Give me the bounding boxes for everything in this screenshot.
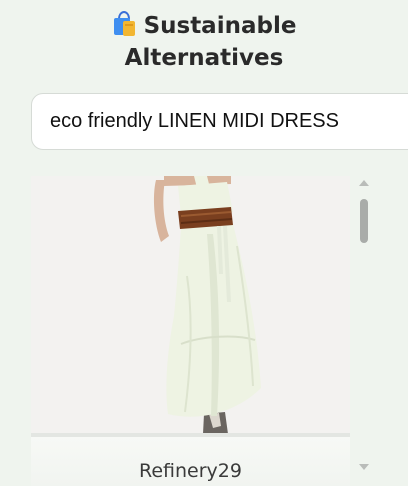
results-scrollbar[interactable]	[356, 176, 372, 474]
app-title-second: Alternatives	[124, 45, 284, 71]
scroll-thumb[interactable]	[360, 199, 368, 243]
product-image[interactable]	[31, 176, 350, 434]
app-header: Sustainable Alternatives	[0, 10, 408, 74]
shopping-bag-icon	[113, 11, 135, 36]
app-title-main: Sustainable	[143, 13, 297, 39]
dress-photo-illustration	[31, 176, 350, 434]
scroll-up-arrow-icon[interactable]	[359, 180, 369, 186]
scroll-down-arrow-icon[interactable]	[359, 464, 369, 470]
search-input-value: eco friendly LINEN MIDI DRESS	[50, 110, 339, 132]
title-line-1: Sustainable	[0, 10, 408, 42]
product-card[interactable]: Refinery29	[31, 176, 350, 486]
search-input[interactable]: eco friendly LINEN MIDI DRESS	[31, 93, 408, 150]
brand-name: Refinery29	[139, 460, 242, 482]
